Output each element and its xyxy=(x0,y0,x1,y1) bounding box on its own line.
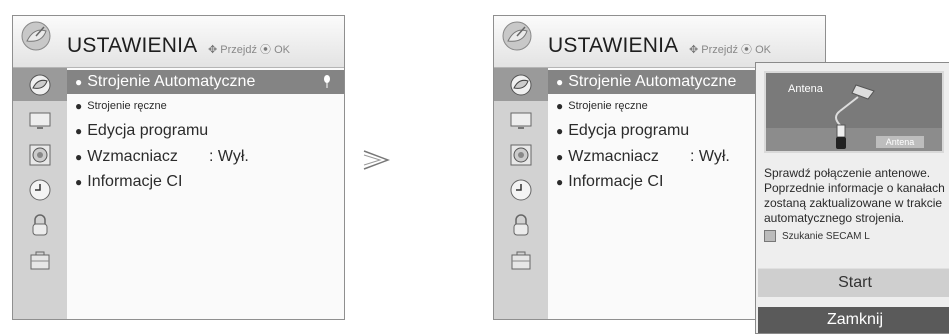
category-picture[interactable] xyxy=(13,103,67,136)
menu-item-label: Strojenie Automatyczne xyxy=(568,73,737,90)
menu-item-label: Strojenie ręczne xyxy=(568,100,648,112)
ok-button-icon: ⦿ xyxy=(260,44,272,56)
hint-ok-label: OK xyxy=(274,44,290,56)
booster-value: : Wył. xyxy=(690,148,730,165)
secam-checkbox[interactable] xyxy=(764,230,776,242)
category-audio[interactable] xyxy=(494,138,548,171)
page-title: USTAWIENIA xyxy=(67,34,198,57)
ok-button-icon: ⦿ xyxy=(741,44,753,56)
category-time[interactable] xyxy=(494,173,548,206)
category-lock[interactable] xyxy=(494,208,548,241)
auto-tuning-dialog: Antena Antena Sprawdź połączenie antenow… xyxy=(755,62,949,334)
menu-item-booster[interactable]: ● Wzmacniacz : Wył. xyxy=(67,145,344,169)
microphone-icon xyxy=(324,75,330,88)
nav-arrows-icon: ✥ xyxy=(208,44,218,56)
menu-item-auto-tuning[interactable]: ● Strojenie Automatyczne xyxy=(67,70,344,94)
tv-screen-icon xyxy=(29,112,51,129)
category-lock[interactable] xyxy=(13,208,67,241)
menu-item-label: Wzmacniacz xyxy=(87,148,178,165)
tv-screen-icon xyxy=(510,112,532,129)
toolbox-icon xyxy=(511,251,531,269)
category-sidebar xyxy=(13,68,67,319)
antenna-tag: Antena xyxy=(876,136,924,148)
settings-menu-left: USTAWIENIA ✥ Przejdź ⦿ OK ●Strojenie Au xyxy=(12,15,345,320)
menu-item-label: Strojenie Automatyczne xyxy=(87,73,256,90)
clock-icon xyxy=(510,179,532,200)
secam-label: Szukanie SECAM L xyxy=(782,230,870,242)
menu-item-label: Informacje CI xyxy=(87,173,183,190)
satellite-icon xyxy=(29,74,51,95)
speaker-icon xyxy=(510,144,532,165)
category-options[interactable] xyxy=(13,243,67,276)
menu-item-manual-tuning[interactable]: ● Strojenie ręczne xyxy=(67,94,344,118)
menu-item-label: Wzmacniacz xyxy=(568,148,659,165)
menu-header: USTAWIENIA ✥ Przejdź ⦿ OK xyxy=(494,16,825,68)
lock-icon xyxy=(513,213,529,235)
category-time[interactable] xyxy=(13,173,67,206)
start-button[interactable]: Start xyxy=(758,268,949,297)
clock-icon xyxy=(29,179,51,200)
hint-move-label: Przejdź xyxy=(701,44,738,56)
menu-item-label: Informacje CI xyxy=(568,173,664,190)
category-channels[interactable] xyxy=(494,68,548,101)
category-channels[interactable] xyxy=(13,68,67,101)
secam-option[interactable]: Szukanie SECAM L xyxy=(764,230,870,242)
nav-arrows-icon: ✥ xyxy=(689,44,699,56)
satellite-icon xyxy=(510,74,532,95)
lock-icon xyxy=(32,213,48,235)
category-sidebar xyxy=(494,68,548,319)
dialog-message: Sprawdź połączenie antenowe. Poprzednie … xyxy=(764,166,945,225)
category-picture[interactable] xyxy=(494,103,548,136)
satellite-dish-icon xyxy=(502,21,532,51)
antenna-illustration: Antena Antena xyxy=(764,71,944,153)
close-button[interactable]: Zamknij xyxy=(758,307,949,333)
menu-item-label: Edycja programu xyxy=(87,122,209,139)
category-audio[interactable] xyxy=(13,138,67,171)
category-options[interactable] xyxy=(494,243,548,276)
booster-value: : Wył. xyxy=(209,148,249,165)
navigation-hint: ✥ Przejdź ⦿ OK xyxy=(689,41,771,57)
toolbox-icon xyxy=(30,251,50,269)
menu-item-label: Edycja programu xyxy=(568,122,690,139)
menu-item-list: ● Strojenie Automatyczne ● Strojenie ręczn… xyxy=(67,68,344,319)
hint-ok-label: OK xyxy=(755,44,771,56)
menu-item-label: Strojenie ręczne xyxy=(87,100,167,112)
menu-header: USTAWIENIA ✥ Przejdź ⦿ OK xyxy=(13,16,344,68)
speaker-icon xyxy=(29,144,51,165)
menu-item-program-edit[interactable]: ● Edycja programu xyxy=(67,119,344,143)
menu-item-ci-info[interactable]: ● Informacje CI xyxy=(67,170,344,194)
transition-arrow-icon xyxy=(363,150,390,170)
satellite-dish-icon xyxy=(21,21,51,51)
page-title: USTAWIENIA xyxy=(548,34,679,57)
antenna-cable-icon xyxy=(835,84,875,149)
hint-move-label: Przejdź xyxy=(220,44,257,56)
navigation-hint: ✥ Przejdź ⦿ OK xyxy=(208,41,290,57)
